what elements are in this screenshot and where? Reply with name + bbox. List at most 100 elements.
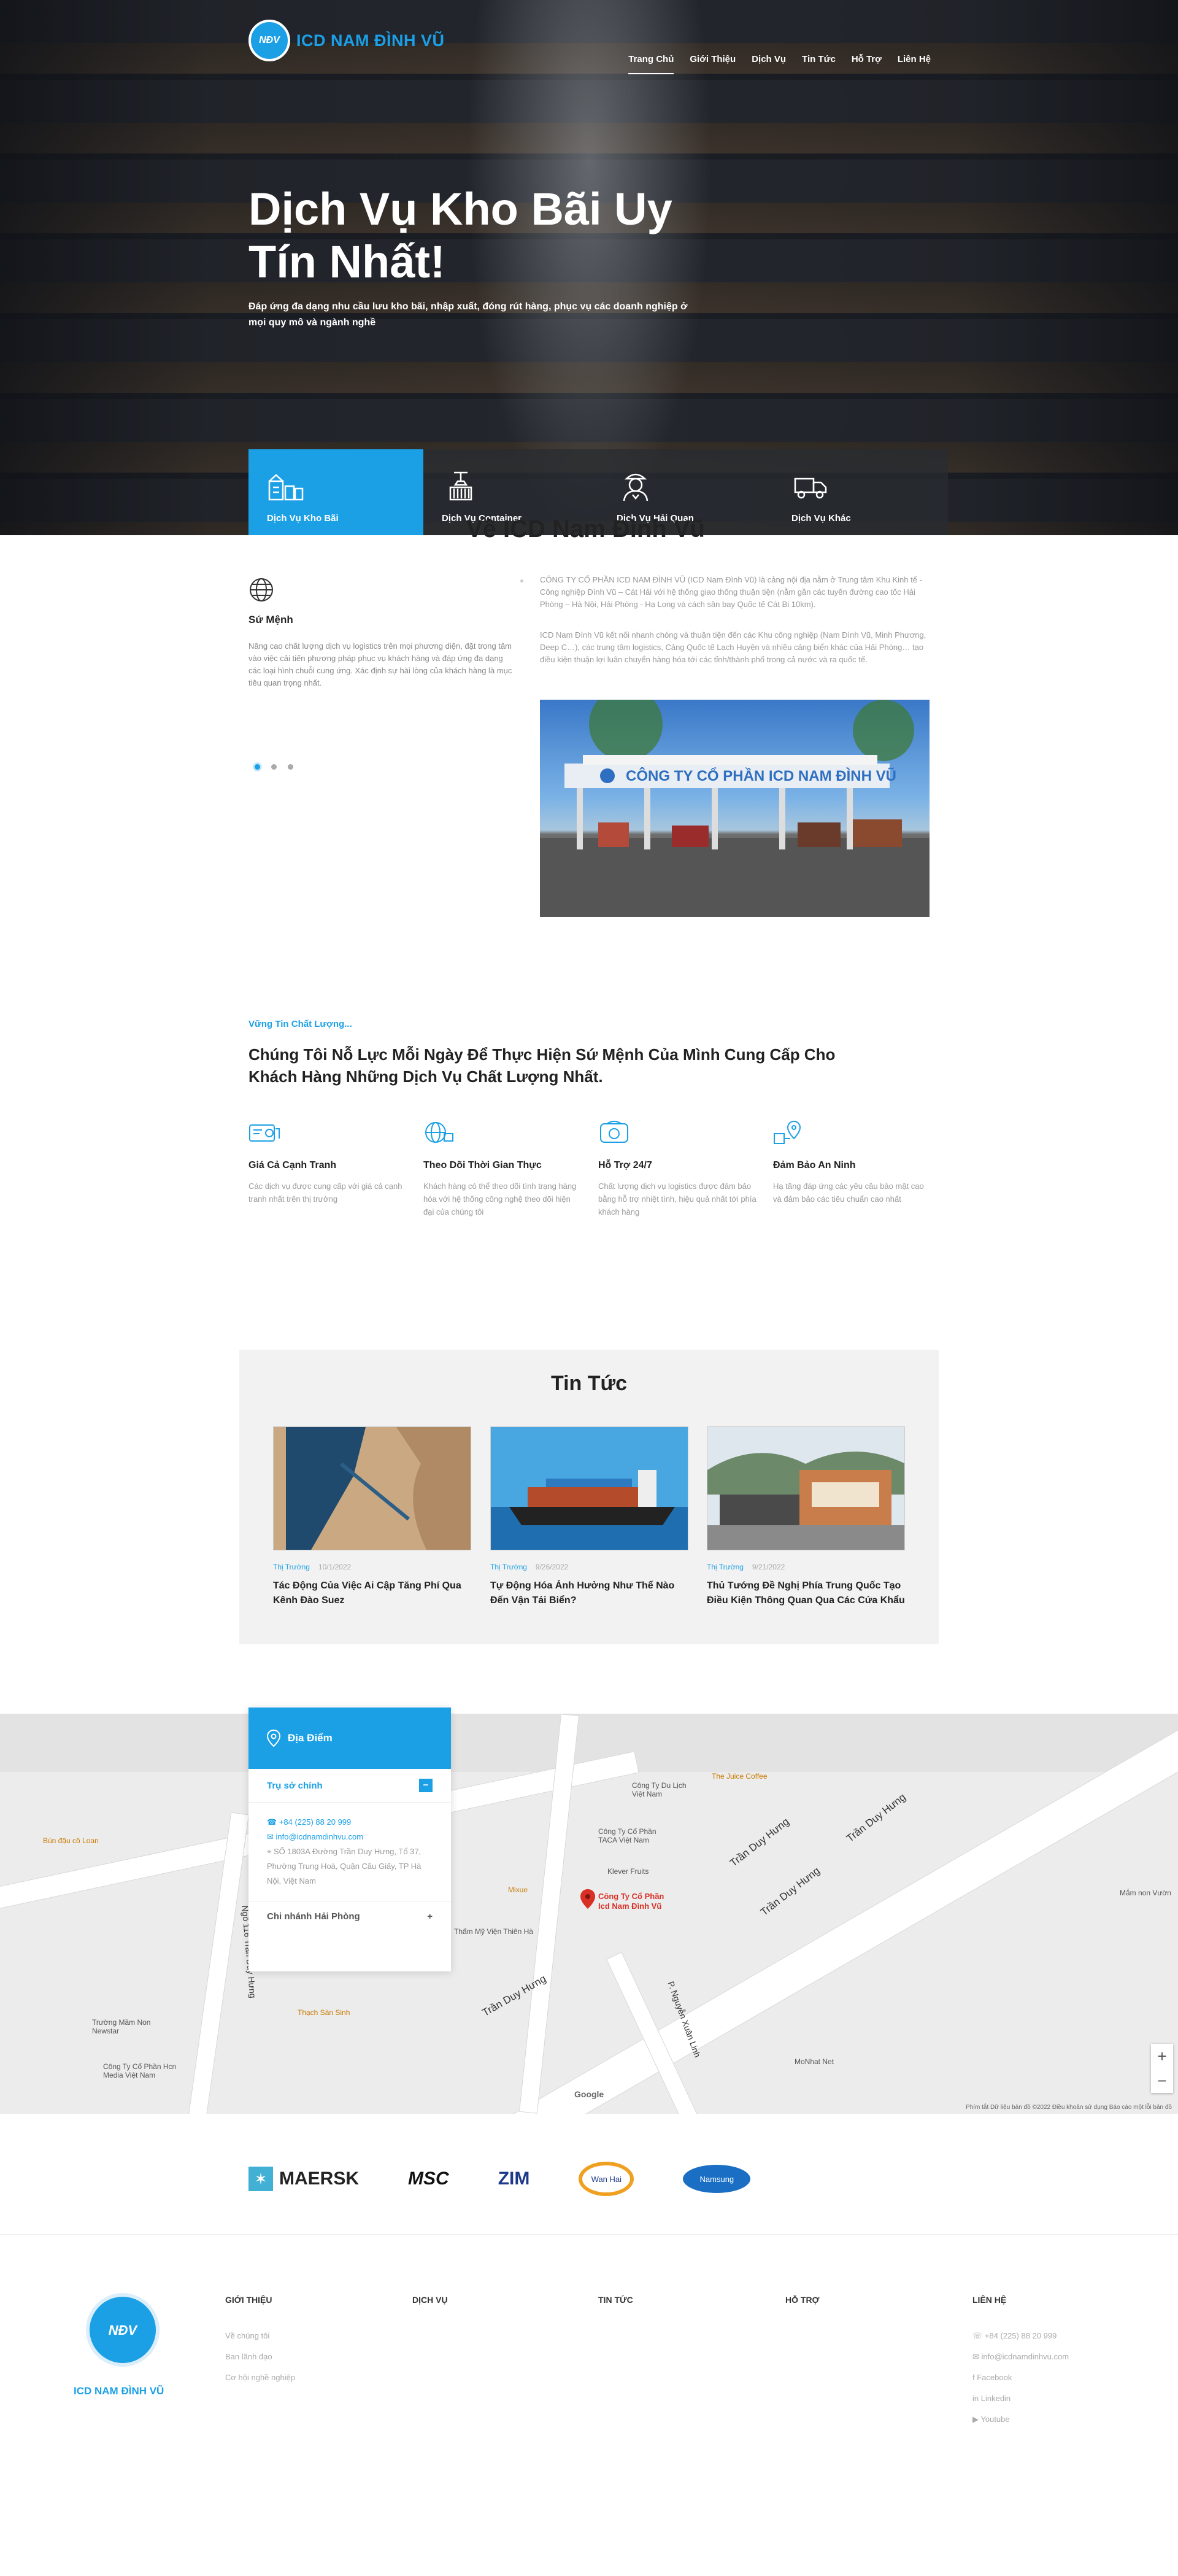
- google-logo: Google: [574, 2089, 604, 2099]
- news-date: 9/26/2022: [535, 1563, 569, 1571]
- security-location-icon: [774, 1120, 801, 1144]
- carousel-dot[interactable]: [288, 764, 293, 770]
- footer-youtube[interactable]: Youtube: [980, 2415, 1009, 2424]
- place-label[interactable]: Công Ty Du Lịch Việt Nam: [632, 1781, 693, 1798]
- youtube-icon: ▶: [972, 2415, 981, 2424]
- hq-email[interactable]: info@icdnamdinhvu.com: [276, 1832, 364, 1841]
- place-label[interactable]: Mixue: [508, 1886, 528, 1894]
- footer-linkedin[interactable]: Linkedin: [981, 2394, 1011, 2403]
- news-date: 10/1/2022: [318, 1563, 352, 1571]
- partner-logo-msc: MSC: [408, 2168, 449, 2189]
- news-category[interactable]: Thị Trường: [707, 1563, 744, 1571]
- news-image-ship[interactable]: [490, 1426, 688, 1550]
- place-label[interactable]: Klever Fruits: [607, 1867, 649, 1876]
- place-label[interactable]: Bún đậu cô Loan: [43, 1836, 99, 1845]
- place-label[interactable]: The Juice Coffee: [712, 1772, 768, 1781]
- hq-phone[interactable]: +84 (225) 88 20 999: [279, 1817, 351, 1827]
- plus-icon[interactable]: +: [427, 1911, 433, 1922]
- place-label[interactable]: MoNhat Net: [795, 2057, 834, 2066]
- news-card[interactable]: Thị Trường 9/21/2022 Thủ Tướng Đề Nghị Ph…: [707, 1426, 905, 1608]
- service-tab-warehouse[interactable]: Dịch Vụ Kho Bãi: [248, 449, 423, 535]
- nav-contact[interactable]: Liên Hệ: [898, 54, 931, 74]
- service-tab-label: Dịch Vụ Khác: [791, 513, 851, 524]
- place-label[interactable]: Trường Mầm Non Newstar: [92, 2018, 153, 2035]
- nav-support[interactable]: Hỗ Trợ: [852, 54, 882, 74]
- news-headline[interactable]: Tác Động Của Việc Ai Cập Tăng Phí Qua Kê…: [273, 1579, 471, 1608]
- about-paragraph-2: ICD Nam Đình Vũ kết nối nhanh chóng và t…: [540, 630, 926, 664]
- quality-heading: Chúng Tôi Nỗ Lực Mỗi Ngày Để Thực Hiện S…: [248, 1045, 836, 1086]
- footer-col-services: DỊCH VỤ: [412, 2295, 448, 2305]
- map-pin-icon[interactable]: [580, 1889, 596, 1909]
- icd-gate-photo: CÔNG TY CỔ PHẦN ICD NAM ĐÌNH VŨ: [540, 700, 930, 917]
- about-paragraph-1: CÔNG TY CỔ PHẦN ICD NAM ĐÌNH VŨ (ICD Nam…: [540, 575, 922, 609]
- zoom-in-icon[interactable]: +: [1151, 2044, 1173, 2068]
- site-logo[interactable]: NĐV ICD NAM ĐÌNH VŨ: [248, 20, 445, 61]
- footer-facebook[interactable]: Facebook: [977, 2373, 1012, 2382]
- map-pin-label[interactable]: Công Ty Cổ Phần Icd Nam Đình Vũ: [598, 1892, 672, 1911]
- truck-icon: [794, 478, 827, 499]
- hero-title: Dịch Vụ Kho Bãi Uy Tín Nhất!: [248, 184, 672, 287]
- branch-accordion-header[interactable]: Chi nhánh Hải Phòng +: [248, 1901, 451, 1932]
- place-label[interactable]: Công Ty Cổ Phần TACA Việt Nam: [598, 1827, 672, 1844]
- footer-logo[interactable]: NĐV: [86, 2293, 160, 2367]
- map-footer[interactable]: Phím tắt Dữ liệu bản đồ ©2022 Điều khoản…: [966, 2104, 1172, 2111]
- news-category[interactable]: Thị Trường: [490, 1563, 527, 1571]
- feature-card: Đảm Bảo An Ninh Hạ tầng đáp ứng các yêu …: [773, 1120, 933, 1205]
- mission-text: Nâng cao chất lượng dịch vụ logistics tr…: [248, 641, 512, 687]
- place-label[interactable]: Công Ty Cổ Phần Hcn Media Việt Nam: [103, 2062, 183, 2079]
- place-label[interactable]: Mắm non Vườn: [1120, 1889, 1171, 1897]
- news-card[interactable]: Thị Trường 9/26/2022 Tự Động Hóa Ảnh Hưởn…: [490, 1426, 688, 1608]
- zoom-out-icon[interactable]: −: [1151, 2068, 1173, 2093]
- news-headline[interactable]: Thủ Tướng Đề Nghị Phía Trung Quốc Tạo Đi…: [707, 1579, 905, 1608]
- feature-text: Khách hàng có thể theo dõi tình trạng hà…: [423, 1182, 577, 1216]
- feature-text: Các dịch vụ được cung cấp với giá cả cạn…: [248, 1182, 402, 1204]
- feature-card: Theo Dõi Thời Gian Thực Khách hàng có th…: [423, 1120, 583, 1218]
- feature-title: Giá Cả Cạnh Tranh: [248, 1160, 337, 1170]
- linkedin-icon: in: [972, 2394, 981, 2403]
- bullet-icon: [520, 579, 523, 582]
- feature-text: Hạ tầng đáp ứng các yêu cầu bảo mật cao …: [773, 1182, 924, 1204]
- footer-link[interactable]: Ban lãnh đạo: [225, 2346, 360, 2367]
- place-label[interactable]: Thẩm Mỹ Viện Thiên Hà: [454, 1927, 533, 1936]
- place-label[interactable]: Thạch Sàn Sinh: [298, 2008, 350, 2017]
- nav-news[interactable]: Tin Tức: [802, 54, 836, 74]
- news-card[interactable]: Thị Trường 10/1/2022 Tác Động Của Việc Ai…: [273, 1426, 471, 1608]
- location-pin-icon: [267, 1730, 280, 1747]
- news-headline[interactable]: Tự Động Hóa Ảnh Hưởng Như Thế Nào Đến Vậ…: [490, 1579, 688, 1608]
- news-section: Tin Tức Thị Trường 10/1/2022 Tác Động Của…: [239, 1350, 939, 1644]
- main-nav: Trang Chủ Giới Thiệu Dịch Vụ Tin Tức Hỗ …: [628, 54, 931, 74]
- feature-title: Hỗ Trợ 24/7: [598, 1160, 652, 1170]
- star-icon: ✶: [248, 2167, 273, 2191]
- nav-about[interactable]: Giới Thiệu: [690, 54, 736, 74]
- footer-email[interactable]: info@icdnamdinhvu.com: [982, 2352, 1069, 2361]
- partner-logo-zim: ZIM: [498, 2168, 530, 2189]
- footer-link[interactable]: Về chúng tôi: [225, 2326, 360, 2346]
- map-zoom-controls[interactable]: + −: [1151, 2044, 1173, 2093]
- news-image-border-gate[interactable]: [707, 1426, 905, 1550]
- footer-col-support: HỖ TRỢ: [785, 2295, 820, 2305]
- service-tab-other[interactable]: Dịch Vụ Khác: [773, 449, 948, 535]
- about-title: Về ICD Nam Đình Vũ: [466, 516, 705, 543]
- news-date: 9/21/2022: [752, 1563, 785, 1571]
- partner-logo-namsung: Namsung: [683, 2165, 751, 2193]
- nav-home[interactable]: Trang Chủ: [628, 54, 674, 74]
- hq-accordion-header[interactable]: Trụ sở chính −: [248, 1769, 451, 1803]
- footer-col-contact: LIÊN HỆ ☏ +84 (225) 88 20 999 ✉ info@icd…: [972, 2295, 1069, 2424]
- email-icon: ✉: [267, 1832, 276, 1841]
- nav-services[interactable]: Dịch Vụ: [752, 54, 786, 74]
- footer-phone[interactable]: +84 (225) 88 20 999: [985, 2331, 1057, 2340]
- carousel-dot[interactable]: [255, 764, 260, 770]
- carousel-dot[interactable]: [271, 764, 277, 770]
- collapse-icon[interactable]: −: [419, 1779, 433, 1792]
- carousel-dots: [255, 764, 293, 770]
- warehouse-icon: [268, 474, 304, 501]
- street-label: Trần Duy Hưng: [728, 1816, 791, 1869]
- feature-card: Hỗ Trợ 24/7 Chất lượng dịch vụ logistics…: [598, 1120, 758, 1218]
- logo-text: ICD NAM ĐÌNH VŨ: [296, 31, 445, 50]
- hq-label: Trụ sở chính: [267, 1780, 323, 1791]
- service-tab-label: Dịch Vụ Kho Bãi: [267, 513, 339, 524]
- news-image-satellite[interactable]: [273, 1426, 471, 1550]
- location-map[interactable]: Trần Duy Hưng Trần Duy Hưng Trần Duy Hưn…: [0, 1714, 1178, 2114]
- news-category[interactable]: Thị Trường: [273, 1563, 310, 1571]
- footer-link[interactable]: Cơ hội nghề nghiệp: [225, 2367, 360, 2388]
